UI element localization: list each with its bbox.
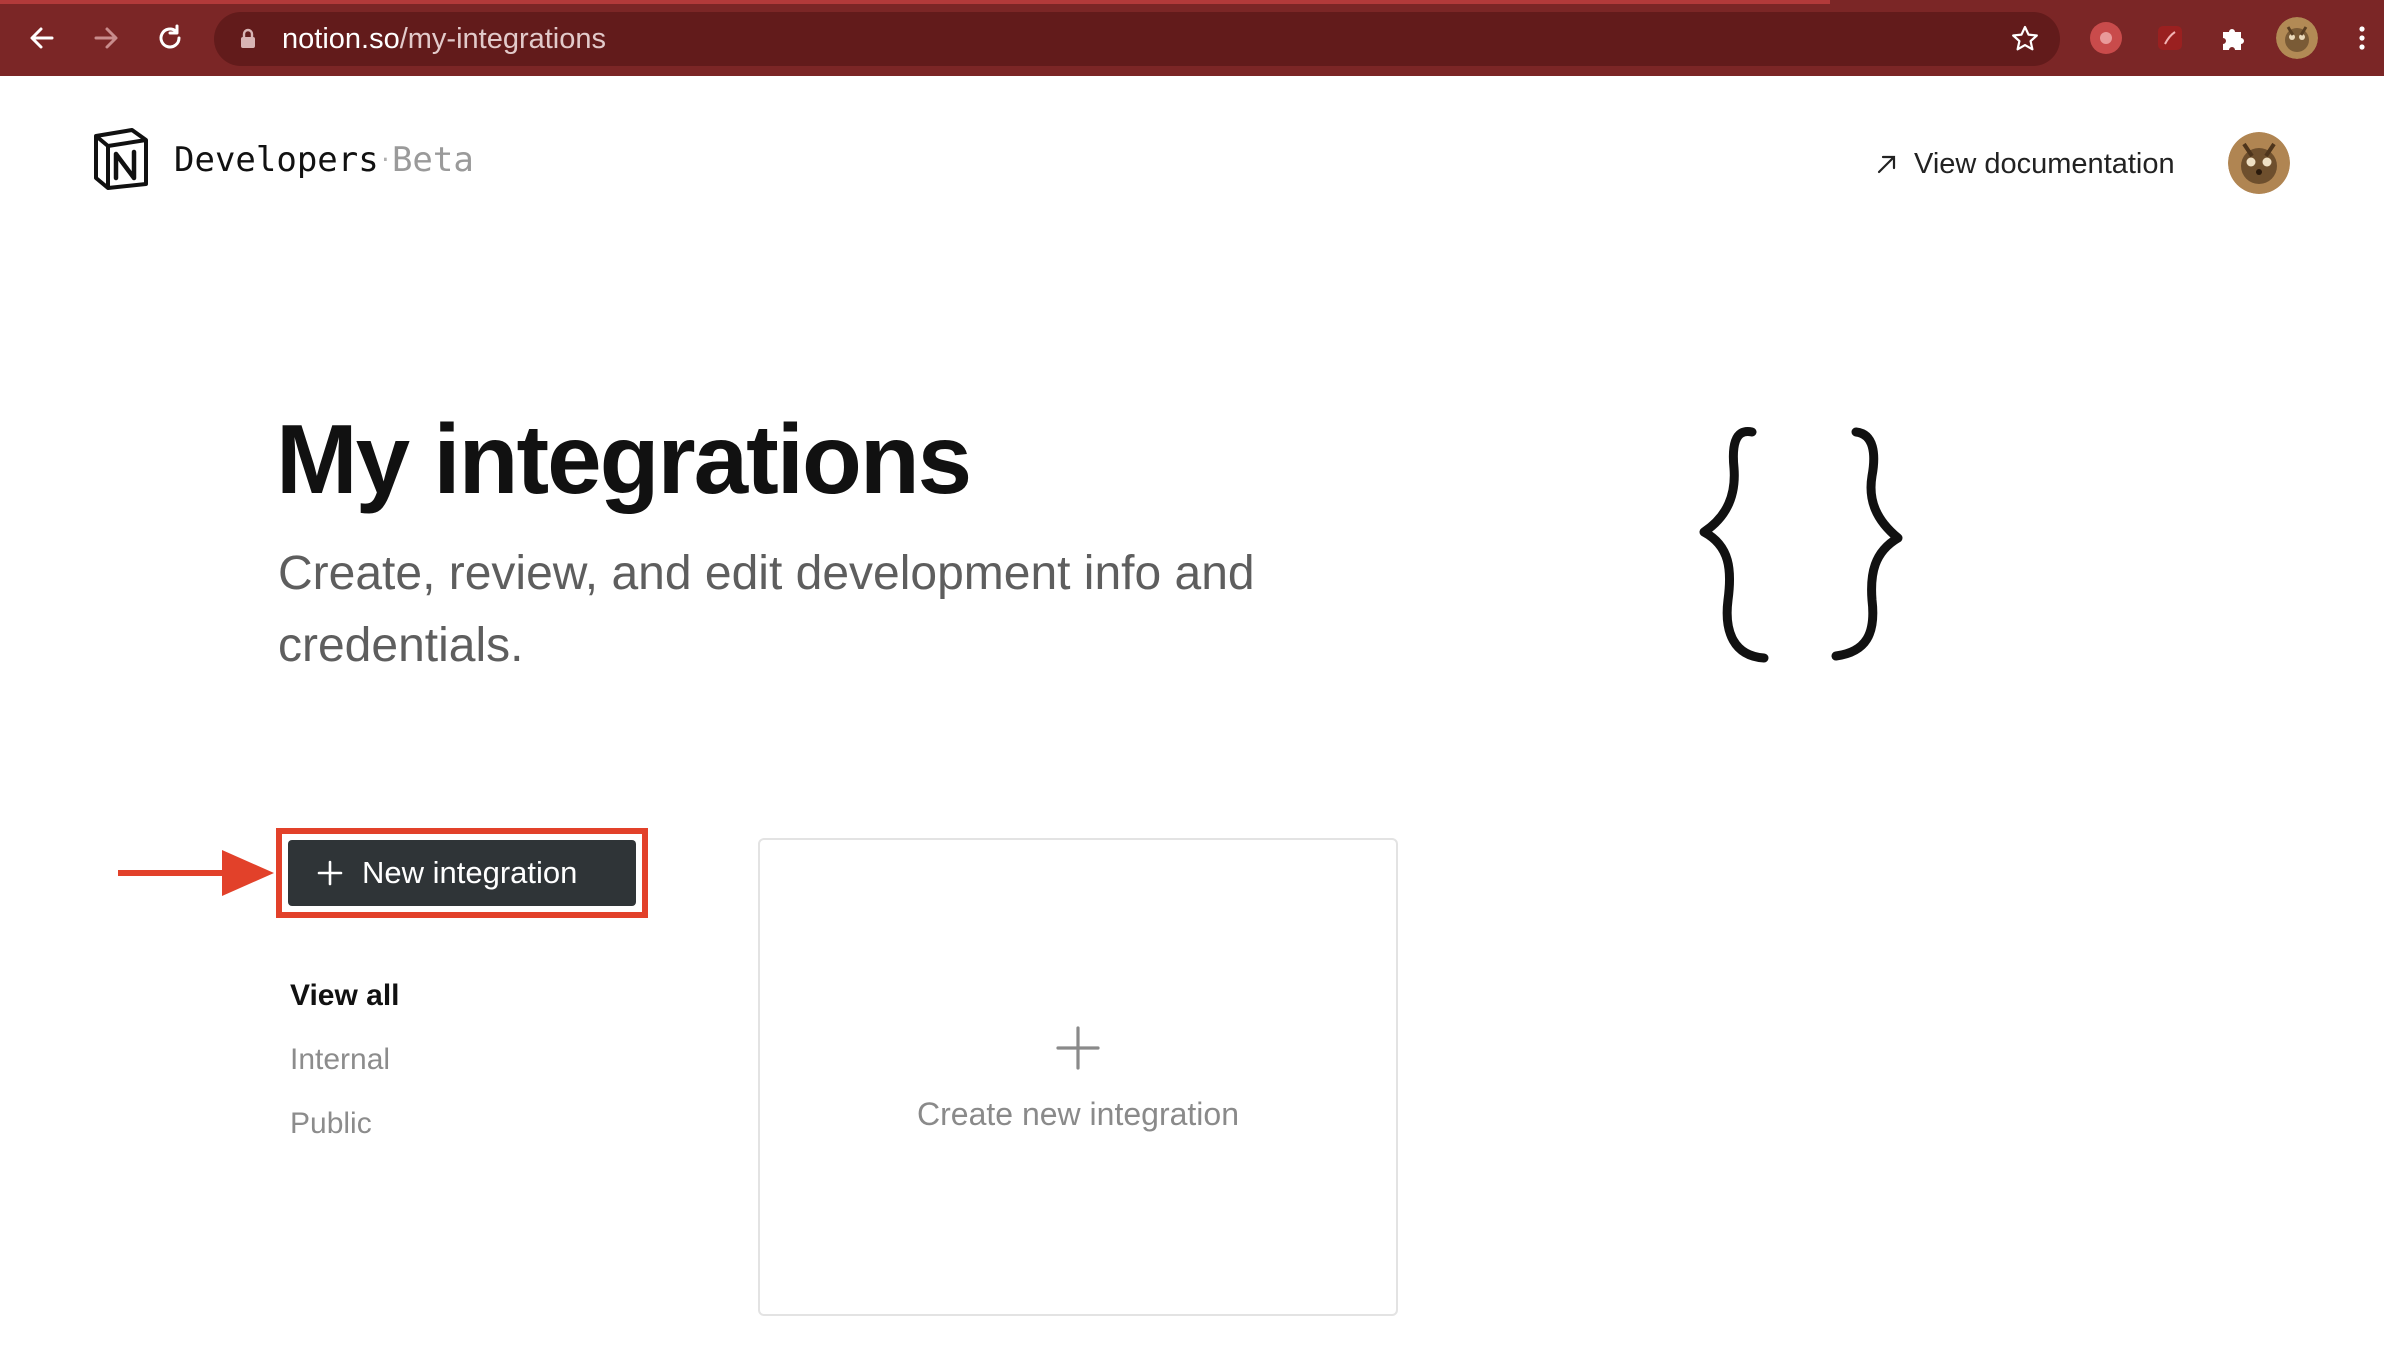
browser-toolbar: notion.so/my-integrations (0, 0, 2384, 76)
page-subtitle: Create, review, and edit development inf… (278, 547, 1255, 672)
integration-filter-list: View all Internal Public (290, 964, 400, 1156)
developers-brand[interactable]: Developers·Beta (174, 140, 474, 181)
extensions-puzzle-icon[interactable] (2214, 20, 2250, 56)
url-path: /my-integrations (399, 23, 607, 55)
plus-icon (1056, 1026, 1100, 1070)
plus-icon (317, 860, 343, 886)
create-new-integration-card[interactable]: Create new integration (758, 838, 1398, 1316)
notion-logo[interactable] (88, 126, 152, 190)
record-extension-icon[interactable] (2088, 20, 2124, 56)
browser-menu-icon[interactable] (2344, 20, 2380, 56)
forward-icon[interactable] (86, 18, 126, 58)
brand-separator: · (378, 148, 392, 173)
brand-beta: Beta (391, 140, 474, 180)
address-bar[interactable]: notion.so/my-integrations (214, 12, 2060, 66)
view-documentation-link[interactable]: View documentation (1874, 144, 2175, 184)
new-integration-button[interactable]: New integration (288, 840, 636, 906)
lock-icon (241, 28, 255, 48)
annotation-arrow-icon (118, 850, 274, 896)
filter-public[interactable]: Public (290, 1092, 400, 1156)
page-title: My integrations (276, 404, 972, 514)
bookmark-star-icon[interactable] (2010, 24, 2040, 54)
filter-internal[interactable]: Internal (290, 1028, 400, 1092)
pdf-extension-icon[interactable] (2152, 20, 2188, 56)
brand-developers: Developers (174, 140, 379, 180)
view-documentation-label: View documentation (1914, 147, 2175, 180)
back-icon[interactable] (22, 18, 62, 58)
reload-icon[interactable] (150, 18, 190, 58)
new-integration-label: New integration (362, 855, 578, 890)
address-url[interactable]: notion.so/my-integrations (282, 24, 606, 54)
url-host: notion.so (282, 23, 400, 55)
external-arrow-icon (1877, 155, 1896, 174)
tab-strip-edge (0, 0, 1830, 4)
create-new-integration-label: Create new integration (917, 1096, 1239, 1132)
filter-view-all[interactable]: View all (290, 964, 400, 1028)
user-avatar[interactable] (2228, 132, 2290, 194)
browser-profile-avatar[interactable] (2276, 17, 2318, 59)
curly-braces-illustration (1699, 427, 1903, 663)
